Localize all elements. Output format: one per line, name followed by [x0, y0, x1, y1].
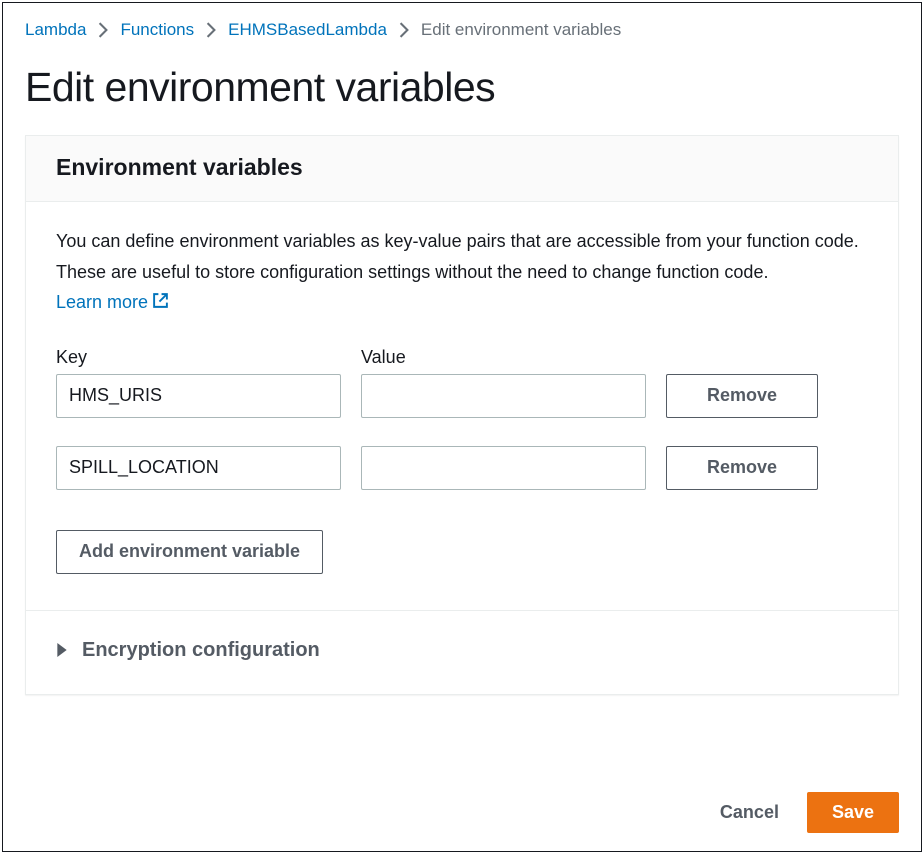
breadcrumb-current: Edit environment variables [421, 20, 621, 40]
section-divider [26, 610, 898, 611]
save-button[interactable]: Save [807, 792, 899, 833]
env-key-input[interactable] [56, 374, 341, 418]
form-column-headers: Key Value [56, 347, 868, 368]
chevron-right-icon [206, 22, 216, 38]
footer-actions: Cancel Save [712, 792, 899, 833]
external-link-icon [152, 288, 169, 319]
cancel-button[interactable]: Cancel [712, 792, 787, 833]
env-key-input[interactable] [56, 446, 341, 490]
breadcrumb-link-function-name[interactable]: EHMSBasedLambda [228, 20, 387, 40]
chevron-right-icon [98, 22, 108, 38]
caret-right-icon [56, 643, 68, 657]
learn-more-label: Learn more [56, 292, 148, 312]
chevron-right-icon [399, 22, 409, 38]
env-vars-panel: Environment variables You can define env… [25, 135, 899, 695]
breadcrumb: Lambda Functions EHMSBasedLambda Edit en… [25, 20, 899, 40]
learn-more-link[interactable]: Learn more [56, 292, 169, 312]
page-title: Edit environment variables [25, 64, 899, 111]
env-value-input[interactable] [361, 446, 646, 490]
panel-title: Environment variables [56, 154, 868, 181]
add-env-var-button[interactable]: Add environment variable [56, 530, 323, 574]
key-column-label: Key [56, 347, 341, 368]
remove-button[interactable]: Remove [666, 374, 818, 418]
panel-header: Environment variables [26, 136, 898, 202]
value-column-label: Value [361, 347, 646, 368]
panel-body: You can define environment variables as … [26, 202, 898, 694]
encryption-config-label: Encryption configuration [82, 639, 320, 662]
encryption-config-expander[interactable]: Encryption configuration [56, 637, 868, 664]
env-var-row: Remove [56, 374, 868, 418]
page-container: Lambda Functions EHMSBasedLambda Edit en… [2, 2, 922, 852]
breadcrumb-link-functions[interactable]: Functions [120, 20, 194, 40]
breadcrumb-link-lambda[interactable]: Lambda [25, 20, 86, 40]
panel-description: You can define environment variables as … [56, 226, 868, 319]
env-var-row: Remove [56, 446, 868, 490]
env-value-input[interactable] [361, 374, 646, 418]
remove-button[interactable]: Remove [666, 446, 818, 490]
description-text: You can define environment variables as … [56, 231, 859, 282]
